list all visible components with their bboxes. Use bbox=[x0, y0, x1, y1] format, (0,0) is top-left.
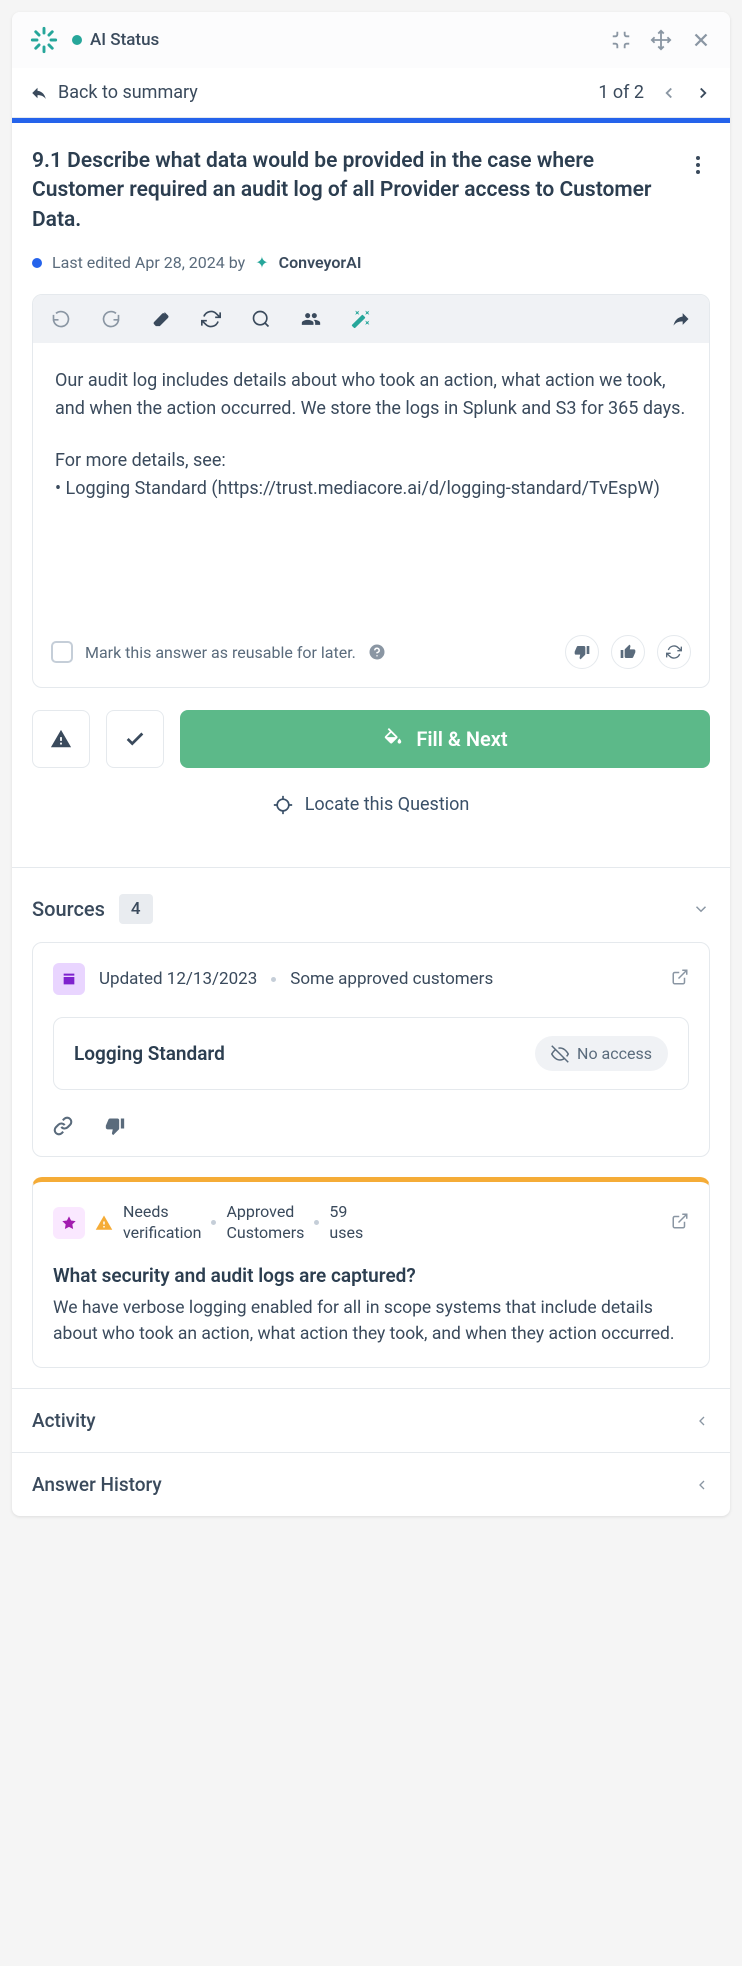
locate-question-link[interactable]: Locate this Question bbox=[32, 794, 710, 815]
eye-off-icon bbox=[551, 1045, 569, 1063]
history-title: Answer History bbox=[32, 1473, 694, 1496]
sources-header[interactable]: Sources 4 bbox=[12, 868, 730, 942]
eraser-icon[interactable] bbox=[151, 309, 171, 329]
reuse-label: Mark this answer as reusable for later. bbox=[85, 643, 356, 662]
editor-toolbar bbox=[33, 295, 709, 343]
thumbs-down-icon[interactable] bbox=[105, 1116, 125, 1136]
sources-count-badge: 4 bbox=[119, 894, 153, 924]
search-icon[interactable] bbox=[251, 309, 271, 329]
source-visibility-text: Some approved customers bbox=[290, 969, 493, 989]
magic-wand-icon[interactable] bbox=[351, 309, 371, 329]
thumbs-up-button[interactable] bbox=[611, 635, 645, 669]
activity-title: Activity bbox=[32, 1409, 694, 1432]
warning-icon bbox=[95, 1214, 113, 1232]
source-card-qa: Needs verification Approved Customers 59… bbox=[32, 1177, 710, 1368]
separator-dot bbox=[211, 1220, 216, 1225]
answer-para-1: Our audit log includes details about who… bbox=[55, 367, 687, 423]
source-document-row[interactable]: Logging Standard No access bbox=[53, 1017, 689, 1090]
answer-para-2-bullet: • Logging Standard (https://trust.mediac… bbox=[55, 475, 687, 503]
pager-next-icon[interactable] bbox=[694, 84, 712, 102]
star-icon bbox=[53, 1207, 85, 1239]
share-icon[interactable] bbox=[671, 309, 691, 329]
pager: 1 of 2 bbox=[598, 82, 712, 103]
no-access-label: No access bbox=[577, 1044, 652, 1063]
more-menu-icon[interactable] bbox=[686, 153, 710, 177]
help-icon[interactable] bbox=[368, 643, 386, 661]
link-icon[interactable] bbox=[53, 1116, 73, 1136]
sparkle-icon: ✦ bbox=[255, 253, 268, 272]
thumbs-down-button[interactable] bbox=[565, 635, 599, 669]
editor-footer: Mark this answer as reusable for later. bbox=[33, 623, 709, 687]
open-external-icon[interactable] bbox=[671, 1212, 689, 1234]
answer-text-area[interactable]: Our audit log includes details about who… bbox=[33, 343, 709, 623]
people-icon[interactable] bbox=[301, 309, 321, 329]
answer-editor: Our audit log includes details about who… bbox=[32, 294, 710, 688]
status-indicator-dot bbox=[72, 35, 82, 45]
locate-label: Locate this Question bbox=[305, 794, 470, 815]
separator-dot bbox=[271, 977, 276, 982]
back-label: Back to summary bbox=[58, 82, 198, 103]
crosshair-icon bbox=[273, 795, 293, 815]
reuse-checkbox[interactable] bbox=[51, 641, 73, 663]
app-logo bbox=[30, 26, 58, 54]
source-card-document: Updated 12/13/2023 Some approved custome… bbox=[32, 942, 710, 1157]
source-updated-text: Updated 12/13/2023 bbox=[99, 969, 257, 989]
approve-button[interactable] bbox=[106, 710, 164, 768]
undo-icon[interactable] bbox=[51, 309, 71, 329]
needs-verification-label: Needs verification bbox=[123, 1202, 201, 1244]
sync-button[interactable] bbox=[657, 635, 691, 669]
sources-title: Sources bbox=[32, 897, 105, 921]
back-to-summary-link[interactable]: Back to summary bbox=[30, 82, 598, 103]
chevron-down-icon[interactable] bbox=[692, 900, 710, 918]
close-icon[interactable] bbox=[690, 29, 712, 51]
uses-count-label: 59 uses bbox=[329, 1202, 363, 1244]
no-access-badge: No access bbox=[535, 1036, 668, 1071]
panel-header: AI Status bbox=[12, 12, 730, 68]
answer-history-section[interactable]: Answer History bbox=[12, 1452, 730, 1516]
move-icon[interactable] bbox=[650, 29, 672, 51]
subheader: Back to summary 1 of 2 bbox=[12, 68, 730, 118]
refresh-icon[interactable] bbox=[201, 309, 221, 329]
approved-customers-label: Approved Customers bbox=[226, 1202, 304, 1244]
status-label: AI Status bbox=[90, 30, 610, 50]
chevron-left-icon bbox=[694, 1477, 710, 1493]
pager-text: 1 of 2 bbox=[598, 82, 644, 103]
open-external-icon[interactable] bbox=[671, 968, 689, 991]
back-arrow-icon bbox=[30, 84, 48, 102]
redo-icon[interactable] bbox=[101, 309, 121, 329]
paint-bucket-icon bbox=[382, 728, 404, 750]
source-qa-question: What security and audit logs are capture… bbox=[53, 1264, 689, 1287]
pager-prev-icon[interactable] bbox=[660, 84, 678, 102]
edit-indicator-dot bbox=[32, 258, 42, 268]
flag-button[interactable] bbox=[32, 710, 90, 768]
source-qa-answer: We have verbose logging enabled for all … bbox=[53, 1295, 689, 1348]
chevron-left-icon bbox=[694, 1413, 710, 1429]
question-title: 9.1 Describe what data would be provided… bbox=[32, 147, 670, 235]
fill-and-next-label: Fill & Next bbox=[416, 727, 507, 751]
fill-and-next-button[interactable]: Fill & Next bbox=[180, 710, 710, 768]
meta-row: Last edited Apr 28, 2024 by ✦ ConveyorAI bbox=[32, 253, 710, 272]
source-document-title: Logging Standard bbox=[74, 1042, 521, 1065]
separator-dot bbox=[314, 1220, 319, 1225]
activity-section[interactable]: Activity bbox=[12, 1388, 730, 1452]
ai-author-name: ConveyorAI bbox=[279, 253, 362, 272]
last-edited-text: Last edited Apr 28, 2024 by bbox=[52, 253, 245, 272]
answer-para-2-intro: For more details, see: bbox=[55, 447, 687, 475]
action-row: Fill & Next bbox=[32, 710, 710, 768]
document-icon bbox=[53, 963, 85, 995]
minimize-icon[interactable] bbox=[610, 29, 632, 51]
